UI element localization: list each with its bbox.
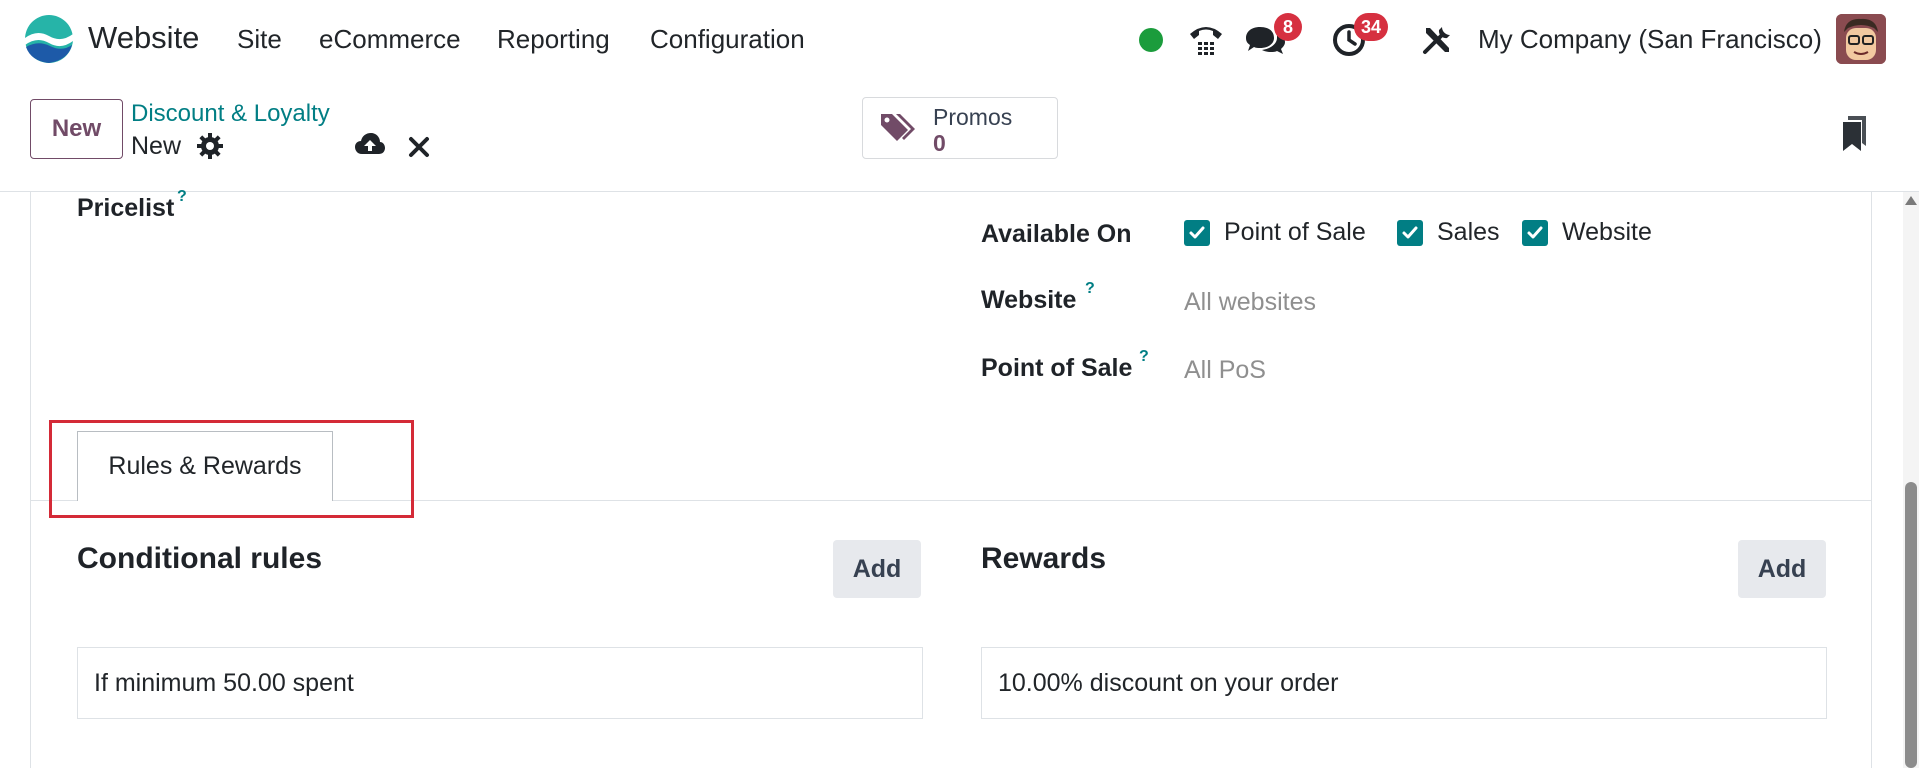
website-help[interactable]: ? — [1085, 280, 1095, 298]
menu-site[interactable]: Site — [237, 24, 282, 55]
available-on-pos-label: Point of Sale — [1224, 218, 1366, 246]
reward-item[interactable]: 10.00% discount on your order — [981, 647, 1827, 719]
control-panel: New Discount & Loyalty New Promos 0 — [0, 80, 1919, 192]
avatar[interactable] — [1836, 14, 1886, 64]
breadcrumb-discount-loyalty[interactable]: Discount & Loyalty — [131, 100, 330, 128]
app-logo-icon[interactable] — [24, 14, 74, 64]
available-on-sales-label: Sales — [1437, 218, 1500, 246]
rule-item[interactable]: If minimum 50.00 spent — [77, 647, 923, 719]
available-on-label: Available On — [981, 220, 1132, 248]
check-icon — [1184, 219, 1210, 246]
messages-badge: 8 — [1274, 13, 1302, 41]
activities-badge: 34 — [1354, 13, 1389, 41]
conditional-rules-title: Conditional rules — [77, 542, 323, 575]
menu-reporting[interactable]: Reporting — [497, 24, 610, 55]
company-switcher[interactable]: My Company (San Francisco) — [1478, 24, 1822, 55]
bookmark-icon[interactable] — [1842, 114, 1868, 152]
add-rule-button[interactable]: Add — [833, 540, 921, 598]
pricelist-help[interactable]: ? — [177, 188, 187, 206]
top-navbar: Website Site eCommerce Reporting Configu… — [0, 0, 1919, 80]
cloud-upload-icon[interactable] — [354, 130, 386, 158]
available-on-sales-checkbox[interactable]: Sales — [1397, 218, 1500, 247]
available-on-pos-checkbox[interactable]: Point of Sale — [1184, 218, 1366, 247]
app-name[interactable]: Website — [88, 20, 199, 56]
menu-configuration[interactable]: Configuration — [650, 24, 805, 55]
tab-rules-rewards[interactable]: Rules & Rewards — [77, 431, 333, 501]
phone-icon[interactable] — [1184, 18, 1228, 62]
available-on-website-checkbox[interactable]: Website — [1522, 218, 1652, 247]
pos-field[interactable]: All PoS — [1184, 356, 1266, 385]
promos-count: 0 — [933, 130, 946, 156]
add-reward-button[interactable]: Add — [1738, 540, 1826, 598]
online-status-indicator — [1139, 28, 1163, 52]
pos-label: Point of Sale — [981, 354, 1133, 382]
website-label: Website — [981, 286, 1077, 314]
form-sheet: Pricelist ? Available On Point of Sale S… — [30, 188, 1872, 768]
tags-icon — [881, 114, 915, 141]
check-icon — [1397, 219, 1423, 246]
pricelist-label: Pricelist — [77, 194, 175, 222]
promos-label: Promos — [933, 104, 1013, 130]
available-on-website-label: Website — [1562, 218, 1652, 246]
close-icon[interactable] — [406, 132, 432, 160]
scrollbar-thumb[interactable] — [1905, 482, 1917, 768]
check-icon — [1522, 219, 1548, 246]
menu-ecommerce[interactable]: eCommerce — [319, 24, 461, 55]
tools-icon[interactable] — [1415, 18, 1459, 62]
scroll-up-arrow[interactable] — [1905, 196, 1917, 205]
pos-help[interactable]: ? — [1139, 348, 1149, 366]
rewards-title: Rewards — [981, 542, 1107, 575]
promos-stat-button[interactable]: Promos 0 — [862, 97, 1058, 159]
record-name: New — [131, 132, 182, 160]
new-button[interactable]: New — [30, 99, 123, 159]
gear-icon[interactable] — [196, 132, 224, 160]
website-field[interactable]: All websites — [1184, 288, 1316, 317]
